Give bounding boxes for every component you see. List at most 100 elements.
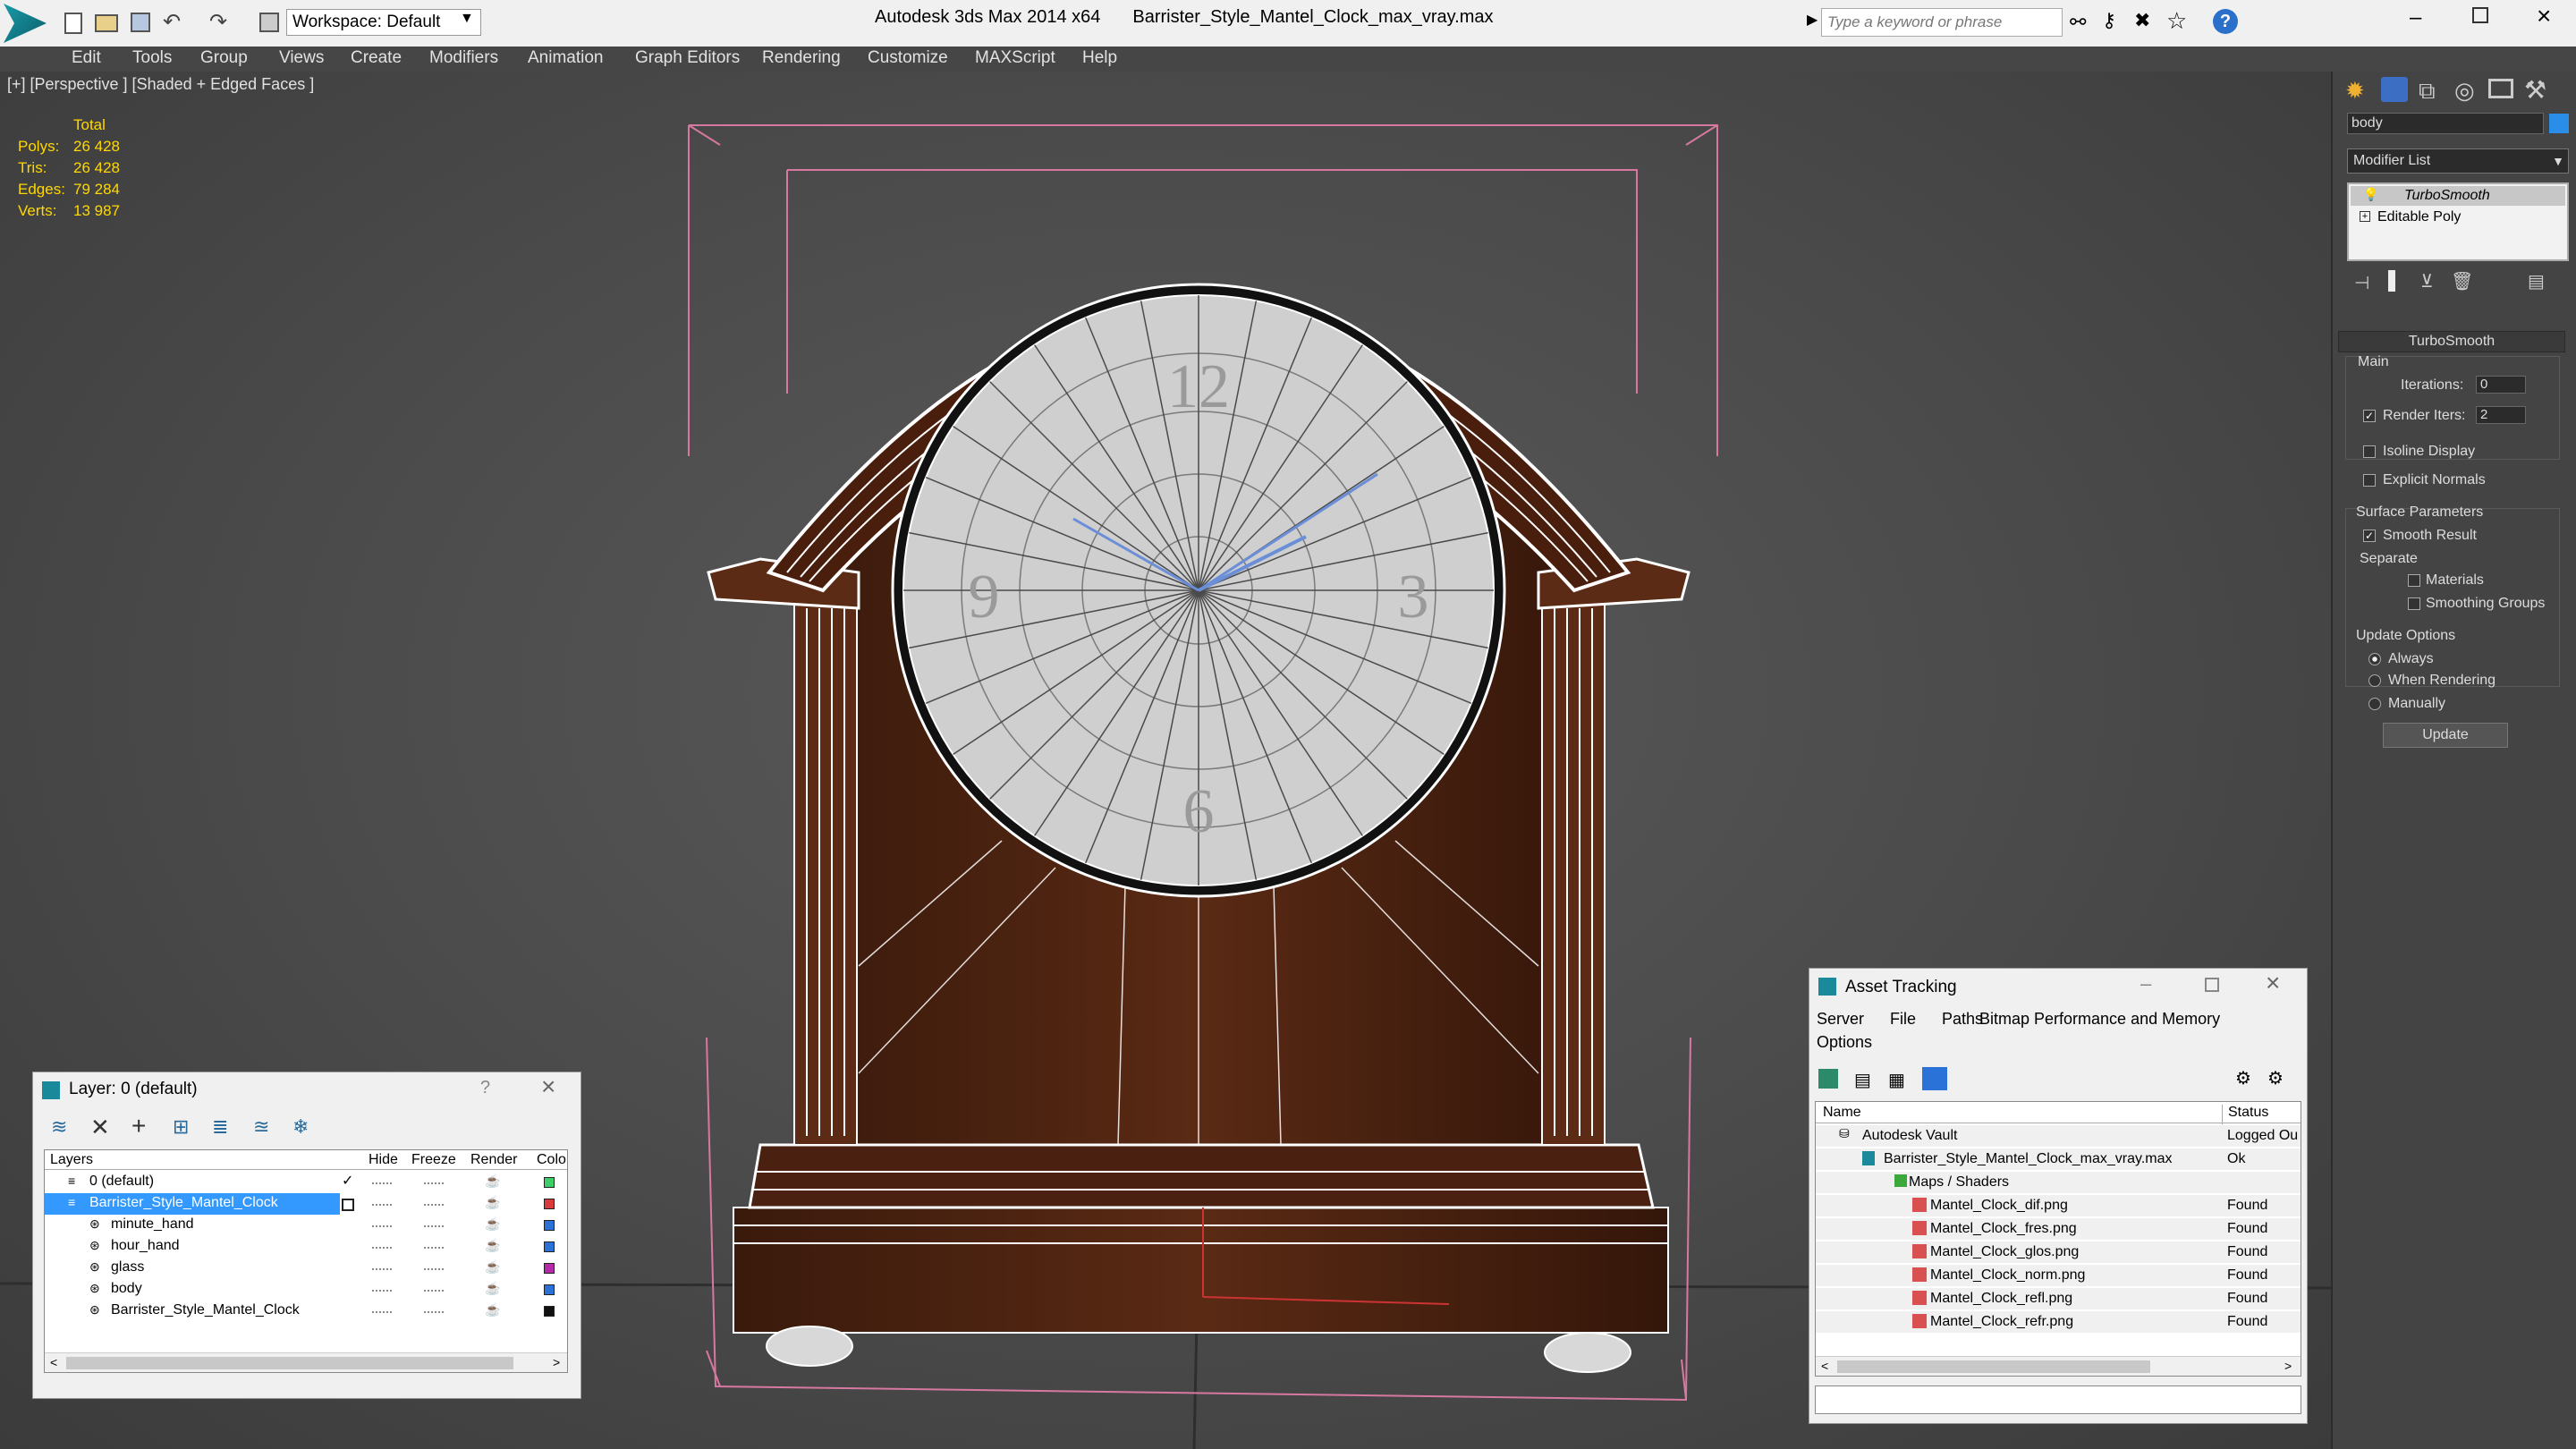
help-icon[interactable]: ?: [2213, 9, 2238, 34]
menu-graph-editors[interactable]: Graph Editors: [635, 48, 740, 68]
horizontal-scrollbar[interactable]: < >: [1816, 1356, 2301, 1376]
open-file-icon[interactable]: [95, 14, 118, 32]
menu-create[interactable]: Create: [351, 48, 402, 68]
asset-row[interactable]: Mantel_Clock_fres.png Found: [1816, 1218, 2301, 1240]
col-freeze[interactable]: Freeze: [411, 1152, 456, 1168]
materials-checkbox[interactable]: [2408, 574, 2420, 587]
layer-object-row[interactable]: ⊛ minute_hand ☕: [45, 1215, 567, 1236]
col-hide[interactable]: Hide: [369, 1152, 398, 1168]
asset-row[interactable]: Mantel_Clock_glos.png Found: [1816, 1241, 2301, 1263]
asset-row[interactable]: Mantel_Clock_norm.png Found: [1816, 1265, 2301, 1286]
object-color-swatch[interactable]: [544, 1263, 555, 1274]
asset-row[interactable]: Mantel_Clock_dif.png Found: [1816, 1195, 2301, 1216]
object-name-field[interactable]: body: [2347, 113, 2544, 134]
vault-settings-icon[interactable]: ⚙: [2267, 1067, 2284, 1089]
turbosmooth-rollout-header[interactable]: TurboSmooth: [2338, 331, 2565, 352]
redo-icon[interactable]: ↷: [209, 9, 227, 35]
layer-object-row[interactable]: ⊛ Barrister_Style_Mantel_Clock ☕: [45, 1301, 567, 1322]
layer-color-swatch[interactable]: [544, 1177, 555, 1188]
layer-color-swatch[interactable]: [544, 1199, 555, 1209]
pin-stack-icon[interactable]: ⊣: [2354, 272, 2369, 294]
undo-icon[interactable]: ↶: [163, 9, 181, 35]
select-objects-icon[interactable]: ⊞: [173, 1115, 189, 1139]
maximize-icon[interactable]: [2205, 978, 2219, 992]
isoline-display-checkbox[interactable]: [2363, 445, 2376, 458]
hide-toggle[interactable]: [372, 1268, 392, 1270]
maximize-window-icon[interactable]: [2472, 7, 2488, 23]
minimize-window-icon[interactable]: –: [2410, 5, 2421, 30]
freeze-toggle[interactable]: [424, 1290, 444, 1292]
hierarchy-tab-icon[interactable]: ⧉: [2419, 77, 2436, 106]
hide-toggle[interactable]: [372, 1225, 392, 1227]
current-layer-box-icon[interactable]: [342, 1199, 354, 1211]
freeze-all-icon[interactable]: ❄: [292, 1115, 309, 1139]
search-input[interactable]: Type a keyword or phrase: [1821, 8, 2063, 37]
current-layer-check-icon[interactable]: ✓: [342, 1172, 353, 1190]
menu-maxscript[interactable]: MAXScript: [975, 48, 1055, 68]
manually-radio[interactable]: [2368, 698, 2381, 710]
expand-search-icon[interactable]: ▶: [1807, 11, 1818, 29]
smoothing-groups-checkbox[interactable]: [2408, 597, 2420, 610]
explicit-normals-checkbox[interactable]: [2363, 474, 2376, 487]
minimize-icon[interactable]: –: [2140, 972, 2151, 996]
delete-layer-icon[interactable]: ✕: [90, 1114, 110, 1141]
show-end-result-icon[interactable]: [2388, 270, 2395, 292]
hide-toggle[interactable]: [372, 1247, 392, 1249]
refresh-icon[interactable]: [1818, 1069, 1838, 1089]
workspace-dropdown[interactable]: Workspace: Default: [286, 9, 481, 36]
col-render[interactable]: Render: [470, 1152, 517, 1168]
menu-file[interactable]: File: [1890, 1010, 1916, 1029]
display-tab-icon[interactable]: [2488, 79, 2513, 98]
key-icon[interactable]: ⚷: [2102, 9, 2116, 32]
scroll-left-icon[interactable]: <: [50, 1355, 57, 1369]
scroll-left-icon[interactable]: <: [1821, 1359, 1828, 1373]
save-file-icon[interactable]: [131, 13, 150, 32]
hide-toggle[interactable]: [372, 1290, 392, 1292]
create-layer-icon[interactable]: ≋: [51, 1115, 67, 1139]
highlight-layer-icon[interactable]: ≣: [212, 1115, 228, 1139]
render-teapot-icon[interactable]: ☕: [485, 1216, 500, 1232]
scroll-right-icon[interactable]: >: [2284, 1359, 2292, 1373]
list-view-icon[interactable]: ▤: [1854, 1069, 1871, 1091]
render-iters-checkbox[interactable]: ✓: [2363, 410, 2376, 422]
close-icon[interactable]: ×: [2266, 969, 2280, 997]
hide-toggle[interactable]: [372, 1311, 392, 1313]
table-view-icon[interactable]: [1922, 1067, 1947, 1090]
asset-row[interactable]: Mantel_Clock_refr.png Found: [1816, 1311, 2301, 1333]
asset-path-field[interactable]: [1815, 1385, 2301, 1414]
chevron-down-icon[interactable]: ▼: [460, 11, 474, 27]
modifier-list-dropdown[interactable]: Modifier List ▼: [2347, 148, 2569, 174]
utilities-tab-icon[interactable]: ⚒: [2524, 75, 2546, 105]
menu-modifiers[interactable]: Modifiers: [429, 48, 498, 68]
menu-server[interactable]: Server: [1817, 1010, 1864, 1029]
asset-row[interactable]: Maps / Shaders: [1816, 1172, 2301, 1193]
render-teapot-icon[interactable]: ☕: [485, 1174, 500, 1189]
object-color-swatch[interactable]: [544, 1306, 555, 1317]
render-teapot-icon[interactable]: ☕: [485, 1238, 500, 1253]
object-color-swatch[interactable]: [544, 1284, 555, 1295]
favorites-star-icon[interactable]: ☆: [2166, 7, 2187, 35]
lightbulb-icon[interactable]: 💡: [2363, 187, 2378, 202]
add-to-layer-icon[interactable]: +: [131, 1112, 146, 1140]
app-logo-icon[interactable]: [4, 4, 47, 43]
iterations-spinner[interactable]: 0: [2476, 376, 2526, 394]
menu-edit[interactable]: Edit: [72, 48, 101, 68]
render-iters-spinner[interactable]: 2: [2476, 406, 2526, 424]
configure-sets-icon[interactable]: ▤: [2528, 270, 2545, 292]
layer-object-row[interactable]: ⊛ glass ☕: [45, 1258, 567, 1279]
thumbnail-view-icon[interactable]: ▦: [1888, 1069, 1905, 1091]
scroll-thumb[interactable]: [1837, 1360, 2150, 1373]
menu-customize[interactable]: Customize: [868, 48, 948, 68]
object-color-swatch[interactable]: [544, 1220, 555, 1231]
asset-row[interactable]: Barrister_Style_Mantel_Clock_max_vray.ma…: [1816, 1148, 2301, 1170]
freeze-toggle[interactable]: [424, 1247, 444, 1249]
layer-object-row[interactable]: ⊛ body ☕: [45, 1279, 567, 1301]
layer-row[interactable]: ≡ 0 (default) ✓ ☕: [45, 1172, 567, 1193]
scroll-thumb[interactable]: [66, 1357, 513, 1369]
asset-row[interactable]: Mantel_Clock_refl.png Found: [1816, 1288, 2301, 1309]
menu-options[interactable]: Options: [1817, 1033, 1872, 1052]
binoculars-icon[interactable]: ⚯: [2070, 11, 2086, 34]
remove-modifier-icon[interactable]: 🗑: [2451, 270, 2473, 292]
render-teapot-icon[interactable]: ☕: [485, 1281, 500, 1296]
horizontal-scrollbar[interactable]: < >: [45, 1352, 567, 1372]
